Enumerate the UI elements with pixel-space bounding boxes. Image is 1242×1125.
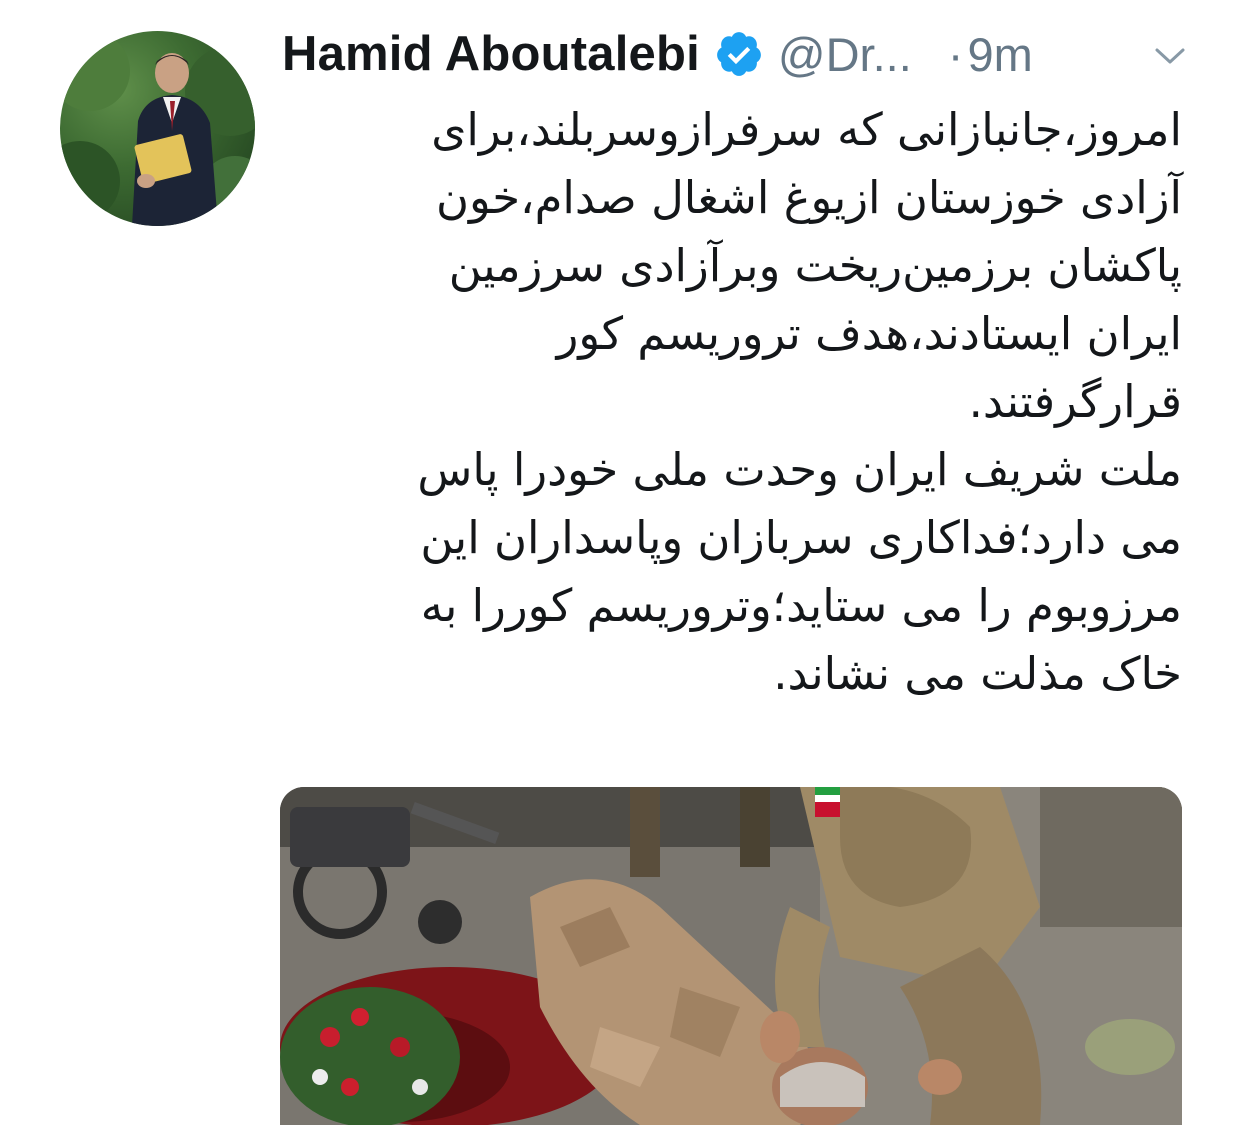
tweet[interactable]: Hamid Aboutalebi @Dr... · 9m امروز،جانبا… bbox=[0, 0, 1242, 1125]
header-separator: · bbox=[947, 27, 964, 81]
tweet-timestamp[interactable]: 9m bbox=[967, 27, 1032, 82]
author-name[interactable]: Hamid Aboutalebi bbox=[282, 26, 700, 82]
tweet-media-photo[interactable] bbox=[280, 787, 1182, 1125]
author-avatar[interactable] bbox=[60, 31, 255, 226]
tweet-paragraph: ملت شریف ایران وحدت ملی خودرا پاس می دار… bbox=[417, 443, 1182, 700]
tweet-header: Hamid Aboutalebi @Dr... · 9m bbox=[282, 22, 1202, 86]
tweet-paragraph: امروز،جانبازانی که سرفرازوسربلند،برای آز… bbox=[431, 103, 1182, 428]
tweet-text: امروز،جانبازانی که سرفرازوسربلند،برای آز… bbox=[270, 96, 1182, 708]
chevron-down-icon[interactable] bbox=[1153, 45, 1187, 67]
verified-badge-icon bbox=[714, 29, 764, 79]
author-handle[interactable]: @Dr... bbox=[778, 27, 912, 82]
